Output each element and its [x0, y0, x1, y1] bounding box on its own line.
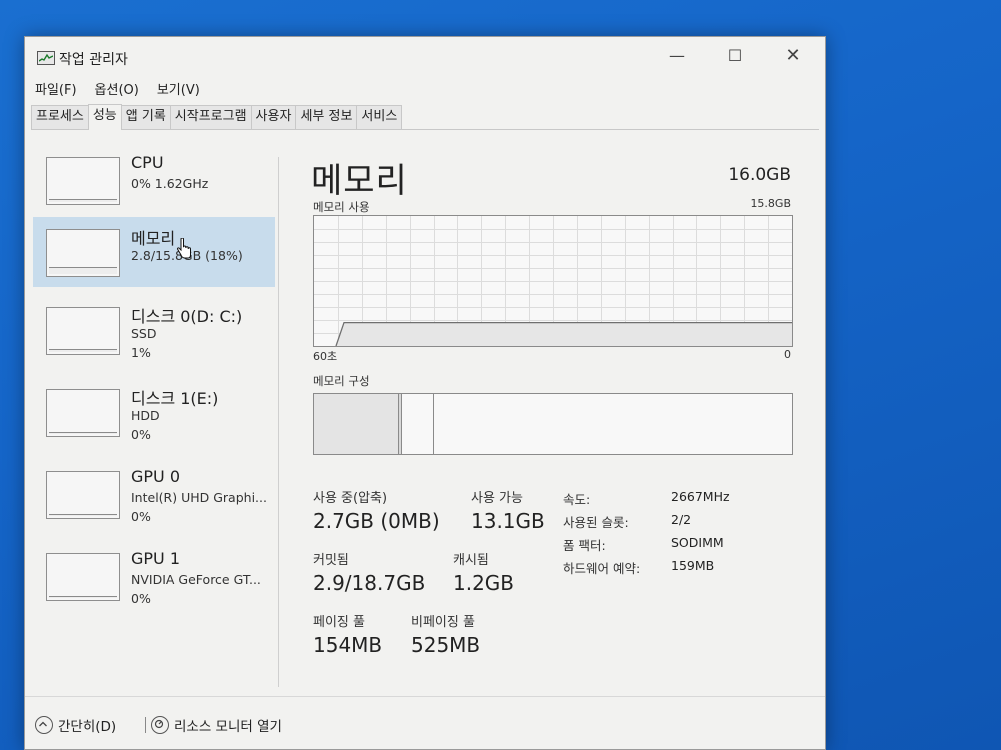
sidebar-item-usage: 0% [131, 427, 151, 442]
speed-value: 2667MHz [671, 489, 730, 504]
sidebar-item-name: 메모리 [131, 229, 176, 248]
tab-app-history[interactable]: 앱 기록 [120, 105, 171, 129]
sidebar-item-gpu-1[interactable]: GPU 1 NVIDIA GeForce GT... 0% [33, 541, 275, 611]
sidebar-item-disk-0[interactable]: 디스크 0(D: C:) SSD 1% [33, 295, 275, 365]
close-button[interactable]: ✕ [778, 45, 808, 67]
task-manager-window: 작업 관리자 — ☐ ✕ 파일(F) 옵션(O) 보기(V) 프로세스 성능 앱… [24, 36, 826, 750]
tab-details[interactable]: 세부 정보 [295, 105, 358, 129]
disk0-thumbnail-graph [46, 307, 120, 355]
resource-monitor-icon [151, 716, 169, 734]
sidebar-item-gpu-0[interactable]: GPU 0 Intel(R) UHD Graphi... 0% [33, 459, 275, 529]
form-factor-label: 폼 팩터: [563, 538, 606, 553]
available-label: 사용 가능 [471, 491, 523, 506]
sidebar-item-cpu[interactable]: CPU 0% 1.62GHz [33, 145, 275, 215]
open-resource-monitor-link[interactable]: 리소스 모니터 열기 [151, 715, 282, 735]
hand-cursor-icon [176, 238, 191, 259]
memory-detail-panel: 메모리 16.0GB 메모리 사용 15.8GB 60초 0 메모리 구성 사용… [311, 145, 801, 685]
sidebar-item-name: GPU 1 [131, 549, 181, 568]
chevron-up-icon [35, 716, 53, 734]
bottom-bar: 간단히(D) 리소스 모니터 열기 [25, 696, 825, 749]
paged-pool-value: 154MB [313, 633, 383, 657]
menu-options[interactable]: 옵션(O) [93, 79, 141, 99]
sidebar-item-detail: NVIDIA GeForce GT... [131, 572, 261, 587]
maximize-button[interactable]: ☐ [720, 45, 750, 67]
memory-usage-max: 15.8GB [750, 197, 791, 210]
tab-performance[interactable]: 성능 [87, 104, 122, 130]
memory-composition-label: 메모리 구성 [313, 374, 370, 388]
memory-thumbnail-graph [46, 229, 120, 277]
cpu-thumbnail-graph [46, 157, 120, 205]
sidebar-item-detail: HDD [131, 408, 160, 423]
speed-label: 속도: [563, 492, 591, 507]
tab-startup[interactable]: 시작프로그램 [169, 105, 252, 129]
sidebar-item-detail: Intel(R) UHD Graphi... [131, 490, 267, 505]
tab-services[interactable]: 서비스 [356, 105, 403, 129]
memory-composition-bar [313, 393, 793, 455]
memory-total: 16.0GB [728, 165, 791, 185]
menu-view[interactable]: 보기(V) [155, 79, 202, 99]
disk1-thumbnail-graph [46, 389, 120, 437]
in-use-label: 사용 중(압축) [313, 491, 388, 506]
sidebar-divider[interactable] [278, 157, 279, 687]
sidebar-item-name: CPU [131, 153, 164, 172]
page-title: 메모리 [311, 161, 408, 201]
performance-sidebar: CPU 0% 1.62GHz 메모리 2.8/15.8GB (18%) 디스크 … [31, 145, 275, 685]
nonpaged-pool-label: 비페이징 풀 [411, 615, 475, 630]
memory-usage-area [336, 322, 792, 346]
tab-processes[interactable]: 프로세스 [31, 105, 89, 129]
sidebar-item-name: 디스크 0(D: C:) [131, 307, 243, 326]
title-bar[interactable]: 작업 관리자 — ☐ ✕ [25, 37, 825, 77]
paged-pool-label: 페이징 풀 [313, 615, 365, 630]
sidebar-item-name: GPU 0 [131, 467, 181, 486]
gpu0-thumbnail-graph [46, 471, 120, 519]
sidebar-item-disk-1[interactable]: 디스크 1(E:) HDD 0% [33, 377, 275, 447]
minimize-button[interactable]: — [662, 45, 692, 67]
menu-bar: 파일(F) 옵션(O) 보기(V) [33, 79, 202, 99]
available-value: 13.1GB [471, 509, 545, 533]
form-factor-value: SODIMM [671, 535, 724, 550]
sidebar-item-detail: 0% 1.62GHz [131, 176, 209, 191]
fewer-details-label: 간단히(D) [58, 719, 117, 735]
committed-value: 2.9/18.7GB [313, 571, 426, 595]
gpu1-thumbnail-graph [46, 553, 120, 601]
memory-usage-label: 메모리 사용 [313, 200, 370, 214]
bottom-separator [145, 717, 146, 733]
graph-axis-time-start: 60초 [313, 350, 338, 363]
task-manager-icon [37, 51, 55, 65]
resource-monitor-label: 리소스 모니터 열기 [174, 719, 282, 735]
memory-usage-graph-svg [314, 216, 792, 346]
menu-file[interactable]: 파일(F) [33, 79, 79, 99]
slots-used-value: 2/2 [671, 512, 692, 527]
composition-in-use [314, 394, 399, 454]
cached-value: 1.2GB [453, 571, 515, 595]
sidebar-item-detail: SSD [131, 326, 157, 341]
cached-label: 캐시됨 [453, 553, 489, 568]
hardware-reserved-label: 하드웨어 예약: [563, 561, 641, 576]
graph-axis-time-end: 0 [784, 348, 791, 361]
nonpaged-pool-value: 525MB [411, 633, 481, 657]
fewer-details-button[interactable]: 간단히(D) [35, 715, 116, 735]
memory-usage-graph [313, 215, 793, 347]
composition-standby [402, 394, 434, 454]
in-use-value: 2.7GB (0MB) [313, 509, 440, 533]
sidebar-item-name: 디스크 1(E:) [131, 389, 219, 408]
slots-used-label: 사용된 슬롯: [563, 515, 629, 530]
tab-users[interactable]: 사용자 [250, 105, 297, 129]
tab-bar: 프로세스 성능 앱 기록 시작프로그램 사용자 세부 정보 서비스 [31, 104, 819, 130]
committed-label: 커밋됨 [313, 553, 349, 568]
window-title: 작업 관리자 [59, 52, 128, 68]
sidebar-item-usage: 0% [131, 509, 151, 524]
sidebar-item-usage: 0% [131, 591, 151, 606]
sidebar-item-memory[interactable]: 메모리 2.8/15.8GB (18%) [33, 217, 275, 287]
sidebar-item-usage: 1% [131, 345, 151, 360]
hardware-reserved-value: 159MB [671, 558, 715, 573]
